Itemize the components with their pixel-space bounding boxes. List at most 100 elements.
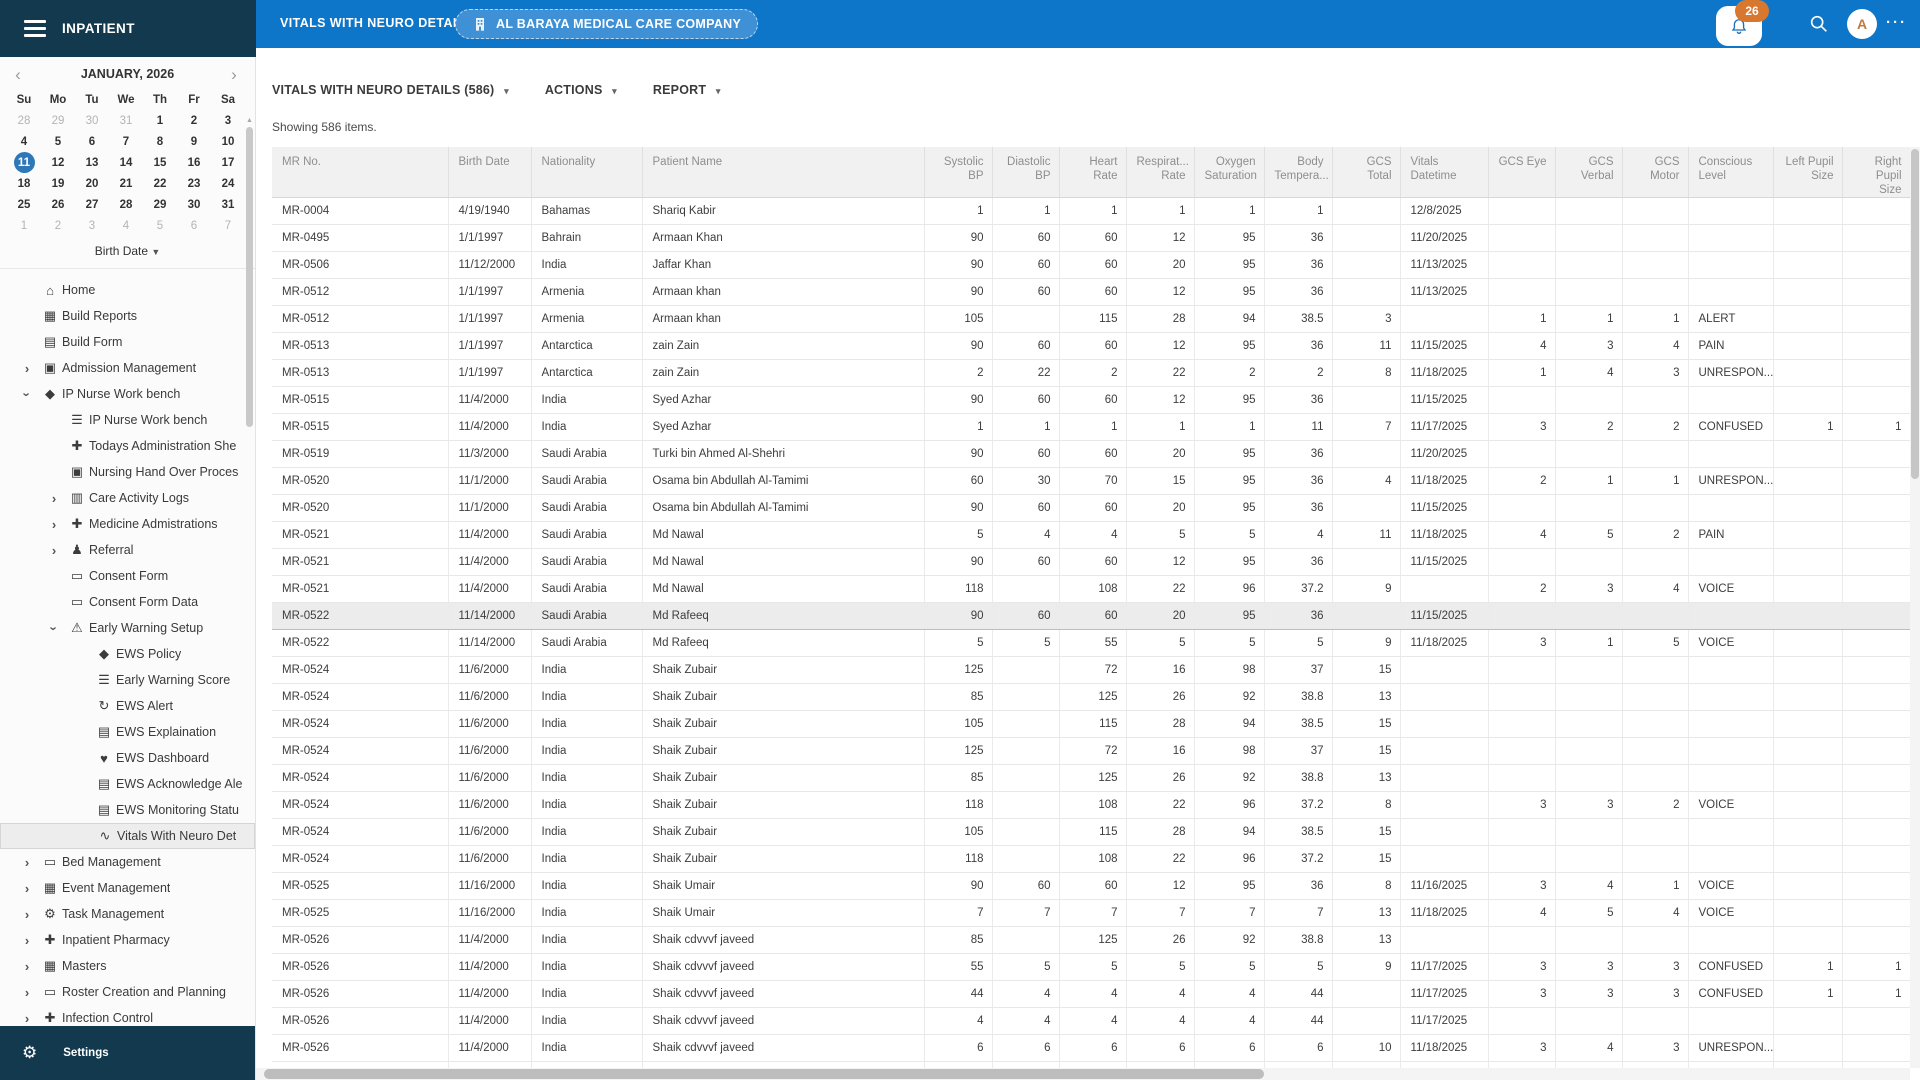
calendar-day[interactable]: 29 [41,110,75,131]
calendar-day[interactable]: 7 [211,215,245,236]
calendar-day[interactable]: 13 [75,152,109,173]
table-row[interactable]: MR-052611/4/2000IndiaShaik cdvvvf javeed… [272,953,1910,981]
sidebar-item-care-activity-logs[interactable]: › ▥ Care Activity Logs [0,485,255,511]
sidebar-item-home[interactable]: ⌂ Home [0,277,255,303]
sidebar-item-task-management[interactable]: › ⚙ Task Management [0,901,255,927]
calendar-day[interactable]: 5 [143,215,177,236]
table-row[interactable]: MR-0524 11/6/2000 India Shaik Zubair 118 108 2… [272,845,1910,873]
search-button[interactable] [1808,13,1830,35]
calendar-day[interactable]: 23 [177,173,211,194]
calendar-day[interactable]: 1 [143,110,177,131]
calendar-day[interactable]: 2 [41,215,75,236]
calendar-day[interactable]: 4 [109,215,143,236]
calendar-day[interactable]: 14 [109,152,143,173]
table-row[interactable]: MR-0512 1/1/1997 Armenia Armaan khan 90 60 60 1… [272,278,1910,306]
calendar-day[interactable]: 18 [7,173,41,194]
table-row[interactable]: MR-0515 11/4/2000 India Syed Azhar 1 1 1 1 1 11 7 1… [272,413,1910,441]
column-header-gcs-verbal[interactable]: GCS Verbal [1555,147,1623,198]
chevron-collapsed-icon[interactable]: › [16,881,38,896]
sidebar-item-early-warning-score[interactable]: ☰ Early Warning Score [0,667,255,693]
column-header-left-pupil-size[interactable]: Left Pupil Size [1773,147,1843,198]
sidebar-item-ews-dashboard[interactable]: ♥ EWS Dashboard [0,745,255,771]
chevron-collapsed-icon[interactable]: › [43,543,65,558]
calendar-day[interactable]: 31 [109,110,143,131]
table-row[interactable]: MR-0522 11/14/2000 Saudi Arabia Md Rafeeq 90… [272,602,1910,630]
sidebar-item-ews-acknowledge-ale[interactable]: ▤ EWS Acknowledge Ale [0,771,255,797]
table-row[interactable]: MR-0524 11/6/2000 India Shaik Zubair 125 72 16… [272,737,1910,765]
chevron-collapsed-icon[interactable]: › [43,517,65,532]
column-header-vitals-datetime[interactable]: Vitals Datetime [1400,147,1489,198]
column-header-patient-name[interactable]: Patient Name [642,147,925,198]
menu-toggle-button[interactable] [24,20,46,37]
column-header-oxygen-saturation[interactable]: Oxygen Saturation [1194,147,1265,198]
report-dropdown[interactable]: REPORT ▾ [653,83,721,97]
column-header-systolic-bp[interactable]: Systolic BP [924,147,993,198]
chevron-collapsed-icon[interactable]: › [16,907,38,922]
horizontal-scrollbar-thumb[interactable] [264,1069,1264,1079]
table-row[interactable]: MR-0524 11/6/2000 India Shaik Zubair 85 125 26… [272,683,1910,711]
sidebar-scrollbar-thumb[interactable] [246,127,253,427]
calendar-day[interactable]: 9 [177,131,211,152]
calendar-next-button[interactable]: › [226,65,242,85]
sidebar-item-ip-nurse-work-bench[interactable]: › ◆ IP Nurse Work bench [0,381,255,407]
birthdate-filter-dropdown[interactable]: Birth Date ▼ [0,236,255,268]
table-row[interactable]: MR-0519 11/3/2000 Saudi Arabia Turki bin Ah… [272,440,1910,468]
sidebar-item-bed-management[interactable]: › ▭ Bed Management [0,849,255,875]
table-row[interactable]: MR-052611/4/2000IndiaShaik cdvvvf javeed… [272,1034,1910,1062]
calendar-day[interactable]: 15 [143,152,177,173]
table-row[interactable]: MR-052611/4/2000IndiaShaik cdvvvf javeed… [272,1007,1910,1035]
calendar-day[interactable]: 1 [7,215,41,236]
calendar-day[interactable]: 28 [7,110,41,131]
calendar-day[interactable]: 2 [177,110,211,131]
chevron-collapsed-icon[interactable]: › [43,491,65,506]
table-row[interactable]: MR-0524 11/6/2000 India Shaik Zubair 125 72 16… [272,656,1910,684]
table-row[interactable]: MR-052611/4/2000IndiaShaik cdvvvf javeed… [272,926,1910,954]
chevron-collapsed-icon[interactable]: › [16,985,38,1000]
calendar-day[interactable]: 12 [41,152,75,173]
column-header-respirat-rate[interactable]: Respirat... Rate [1126,147,1195,198]
column-header-birth-date[interactable]: Birth Date [448,147,532,198]
calendar-day-selected[interactable]: 11 [7,152,41,173]
calendar-day[interactable]: 28 [109,194,143,215]
table-row[interactable]: MR-0520 11/1/2000 Saudi Arabia Osama bin Ab… [272,494,1910,522]
vertical-scrollbar-thumb[interactable] [1911,149,1919,479]
calendar-day[interactable]: 27 [75,194,109,215]
sidebar-item-ews-monitoring-statu[interactable]: ▤ EWS Monitoring Statu [0,797,255,823]
company-selector-button[interactable]: AL BARAYA MEDICAL CARE COMPANY [455,9,759,39]
calendar-day[interactable]: 4 [7,131,41,152]
chevron-collapsed-icon[interactable]: › [16,959,38,974]
calendar-day[interactable]: 24 [211,173,245,194]
actions-dropdown[interactable]: ACTIONS ▾ [545,83,617,97]
calendar-day[interactable]: 29 [143,194,177,215]
chevron-collapsed-icon[interactable]: › [16,933,38,948]
column-header-heart-rate[interactable]: Heart Rate [1059,147,1127,198]
calendar-day[interactable]: 30 [75,110,109,131]
more-options-button[interactable]: ··· [1886,14,1907,31]
calendar-day[interactable]: 25 [7,194,41,215]
sidebar-item-build-reports[interactable]: ▦ Build Reports [0,303,255,329]
sidebar-item-roster-creation-and-planning[interactable]: › ▭ Roster Creation and Planning [0,979,255,1005]
chevron-expanded-icon[interactable]: › [47,617,62,639]
sidebar-item-inpatient-pharmacy[interactable]: › ✚ Inpatient Pharmacy [0,927,255,953]
table-row[interactable]: MR-0524 11/6/2000 India Shaik Zubair 105 115 2… [272,818,1910,846]
table-row[interactable]: MR-0522 11/14/2000 Saudi Arabia Md Rafeeq 5 5… [272,629,1910,657]
table-row[interactable]: MR-0521 11/4/2000 Saudi Arabia Md Nawal 90 60… [272,548,1910,576]
column-header-body-tempera-[interactable]: Body Tempera... [1264,147,1333,198]
table-vertical-scrollbar[interactable] [1910,147,1920,1068]
sidebar-item-ews-explaination[interactable]: ▤ EWS Explaination [0,719,255,745]
sidebar-item-event-management[interactable]: › ▦ Event Management [0,875,255,901]
table-row[interactable]: MR-0515 11/4/2000 India Syed Azhar 90 60 60 12 9… [272,386,1910,414]
calendar-day[interactable]: 5 [41,131,75,152]
calendar-day[interactable]: 3 [75,215,109,236]
calendar-day[interactable]: 3 [211,110,245,131]
calendar-day[interactable]: 7 [109,131,143,152]
table-row[interactable]: MR-0524 11/6/2000 India Shaik Zubair 118 108 2… [272,791,1910,819]
column-header-gcs-total[interactable]: GCS Total [1332,147,1401,198]
calendar-day[interactable]: 19 [41,173,75,194]
sidebar-item-admission-management[interactable]: › ▣ Admission Management [0,355,255,381]
view-dropdown[interactable]: VITALS WITH NEURO DETAILS (586) ▾ [272,83,509,97]
calendar-prev-button[interactable]: ‹ [10,65,26,85]
sidebar-item-consent-form[interactable]: ▭ Consent Form [0,563,255,589]
calendar-day[interactable]: 22 [143,173,177,194]
calendar-day[interactable]: 17 [211,152,245,173]
